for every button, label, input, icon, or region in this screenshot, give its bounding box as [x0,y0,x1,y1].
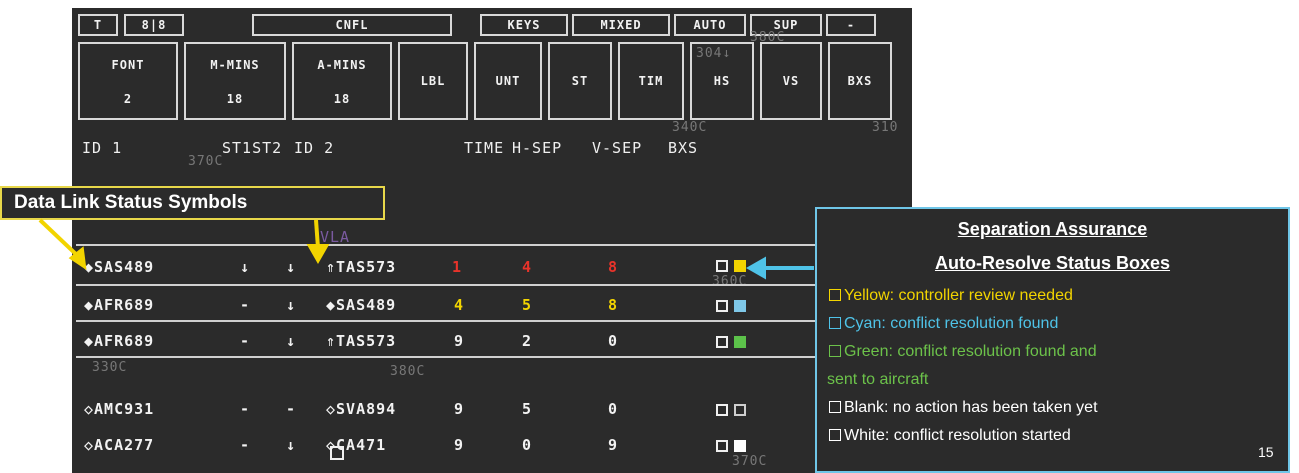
legend-item-green-cont: sent to aircraft [827,371,928,389]
legend-text: Yellow: controller review needed [844,287,1073,304]
legend-item-green: Green: conflict resolution found and [829,343,1097,361]
legend-text: Cyan: conflict resolution found [844,315,1059,332]
square-icon [829,317,841,329]
square-icon [829,429,841,441]
legend-text: Blank: no action has been taken yet [844,399,1098,416]
legend-title: Separation Assurance [957,219,1148,239]
legend-subtitle: Auto-Resolve Status Boxes [934,253,1171,273]
legend-item-yellow: Yellow: controller review needed [829,287,1073,305]
legend-item-blank: Blank: no action has been taken yet [829,399,1098,417]
square-icon [829,345,841,357]
legend-text: Green: conflict resolution found and [844,343,1097,360]
arrow-icon [306,219,330,265]
slide-number: 15 [1258,444,1274,460]
arrow-icon [745,256,814,280]
status-legend: Separation Assurance Auto-Resolve Status… [815,207,1290,473]
legend-text: sent to aircraft [827,371,929,388]
legend-item-white: White: conflict resolution started [829,427,1071,445]
square-icon [829,289,841,301]
arrow-icon [38,218,87,271]
legend-item-cyan: Cyan: conflict resolution found [829,315,1058,333]
legend-text: White: conflict resolution started [844,427,1071,444]
square-icon [829,401,841,413]
